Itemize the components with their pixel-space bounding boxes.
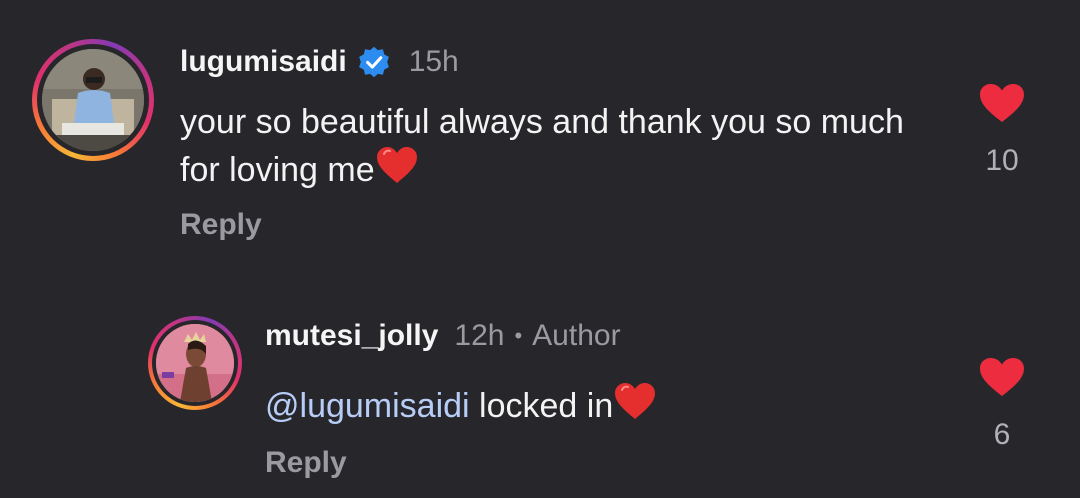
comment-text: @lugumisaidi locked in <box>265 381 885 429</box>
timestamp: 15h <box>408 45 459 78</box>
reply-button[interactable]: Reply <box>265 446 347 480</box>
like-count: 10 <box>985 144 1019 177</box>
mention-link[interactable]: @lugumisaidi <box>265 387 470 425</box>
username[interactable]: mutesi_jolly <box>265 319 438 353</box>
comment-mutesi-jolly: mutesi_jolly 12h • Author @lugumisaidi l… <box>0 300 1080 498</box>
heart-icon[interactable] <box>978 356 1026 398</box>
author-badge: Author <box>532 319 621 352</box>
like-button[interactable]: 6 <box>972 356 1032 452</box>
red-heart-emoji-icon <box>376 147 417 183</box>
comment-header: mutesi_jolly 12h • Author <box>265 316 621 356</box>
heart-icon[interactable] <box>978 82 1026 124</box>
avatar-photo-icon <box>42 49 144 151</box>
like-count: 6 <box>993 418 1011 451</box>
comment-body: your so beautiful always and thank you s… <box>180 103 904 189</box>
avatar-story-ring[interactable] <box>32 39 154 161</box>
comment-header: lugumisaidi 15h <box>180 42 459 82</box>
avatar-story-ring[interactable] <box>148 316 242 410</box>
comment-body: locked in <box>469 387 614 425</box>
verified-badge-icon <box>358 46 389 78</box>
avatar-ring-gap <box>37 44 149 156</box>
like-button[interactable]: 10 <box>972 82 1032 178</box>
comment-text: your so beautiful always and thank you s… <box>180 99 940 193</box>
username[interactable]: lugumisaidi <box>180 45 347 79</box>
avatar-ring-gap <box>152 320 238 406</box>
avatar-photo-icon <box>156 324 234 402</box>
avatar[interactable] <box>42 49 144 151</box>
avatar[interactable] <box>156 324 234 402</box>
separator-dot: • <box>514 323 523 348</box>
timestamp: 12h <box>454 319 505 352</box>
red-heart-emoji-icon <box>615 383 656 419</box>
reply-button[interactable]: Reply <box>180 208 262 242</box>
comment-lugumisaidi: lugumisaidi 15h your so beautiful always… <box>0 0 1080 260</box>
